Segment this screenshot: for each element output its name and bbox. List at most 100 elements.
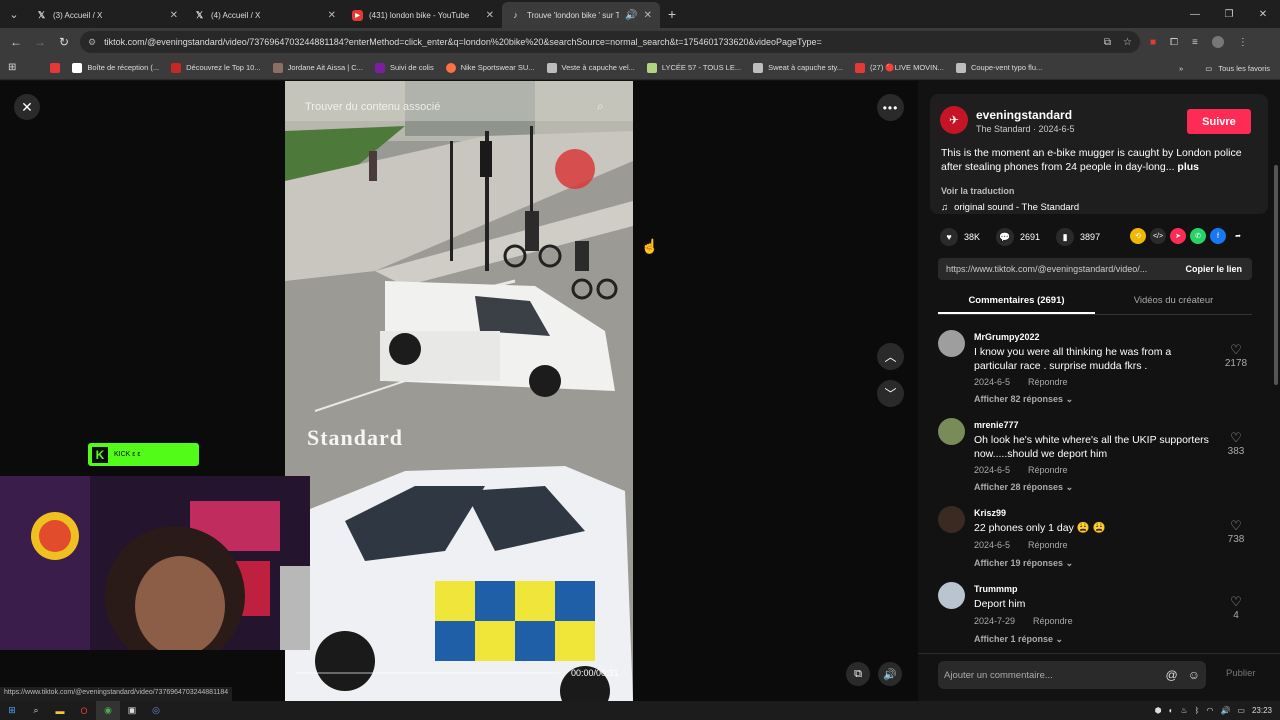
browser-tab[interactable]: ▶ (431) london bike - YouTube ✕ [344,2,502,28]
minimize-icon[interactable]: — [1178,0,1212,28]
translate-link[interactable]: Voir la traduction [941,186,1014,196]
more-options-button[interactable]: ••• [877,94,904,121]
battery-icon[interactable]: ▭ [1237,706,1245,715]
wifi-icon[interactable]: ◠ [1206,706,1213,715]
sound-link[interactable]: ♫ original sound - The Standard [941,202,1079,213]
comment-like-button[interactable]: ♡ 738 [1224,518,1248,545]
terminal-icon[interactable]: ▣ [120,701,144,720]
clock[interactable]: 23:23 [1252,706,1272,715]
embed-icon[interactable]: </> [1150,228,1166,244]
close-tab-icon[interactable]: ✕ [486,10,494,21]
comment-like-button[interactable]: ♡ 383 [1224,430,1248,457]
tab-creator-videos[interactable]: Vidéos du créateur [1095,289,1252,314]
show-replies-button[interactable]: Afficher 1 réponse ⌄ [974,634,1063,645]
bookmark-item[interactable]: Découvrez le Top 10... [171,62,261,73]
restore-icon[interactable]: ❐ [1212,0,1246,28]
facebook-icon[interactable]: f [1210,228,1226,244]
tray-icon[interactable]: ♨ [1180,706,1187,715]
bookmark-item[interactable]: Veste à capuche vel... [546,62,635,73]
like-button[interactable]: ♥ 38K [940,228,980,246]
volume-icon[interactable]: 🔊 [1220,706,1230,715]
browser-tab-active[interactable]: ♪ Trouve 'london bike ' sur Ti 🔊 ✕ [502,2,660,28]
author-name[interactable]: eveningstandard [976,108,1072,122]
bookmark-item[interactable]: LYCÉE 57 - TOUS LE... [646,62,741,73]
close-tab-icon[interactable]: ✕ [644,10,652,21]
comment-like-button[interactable]: ♡ 2178 [1224,342,1248,369]
bluetooth-icon[interactable]: ᛒ [1195,706,1200,715]
media-icon[interactable]: ≡ [1192,37,1198,48]
save-button[interactable]: ▮ 3897 [1056,228,1100,246]
new-tab-button[interactable]: + [660,6,684,22]
search-icon[interactable]: ⌕ [597,99,604,114]
address-bar[interactable]: ⚙ tiktok.com/@eveningstandard/video/7376… [80,31,1140,53]
windows-start-icon[interactable]: ⊞ [0,701,24,720]
related-search-overlay[interactable]: Trouver du contenu associé [305,101,440,113]
apps-icon[interactable]: ⊞ [8,62,16,73]
comment-username[interactable]: MrGrumpy2022 [974,332,1040,342]
floating-player-button[interactable]: ⧉ [846,662,870,686]
close-video-button[interactable]: ✕ [14,94,40,120]
copy-link-button[interactable]: Copier le lien [1175,264,1252,274]
follow-button[interactable]: Suivre [1187,109,1251,134]
discord-icon[interactable]: ◎ [144,701,168,720]
browser-tab[interactable]: 𝕏 (4) Accueil / X ✕ [186,2,344,28]
avatar[interactable] [938,418,965,445]
next-video-button[interactable]: ﹀ [877,380,904,407]
back-icon[interactable]: ← [4,30,28,54]
comment-username[interactable]: mrenie777 [974,420,1019,430]
share-arrow-icon[interactable]: ➦ [1230,228,1246,244]
reply-button[interactable]: Répondre [1028,465,1068,475]
avatar[interactable] [938,330,965,357]
emoji-icon[interactable]: ☺ [1188,668,1200,682]
bookmark-item[interactable]: Sweat à capuche sty... [753,62,843,73]
reply-button[interactable]: Répondre [1033,616,1073,626]
avatar[interactable] [938,506,965,533]
show-replies-button[interactable]: Afficher 19 réponses ⌄ [974,558,1073,569]
comment-username[interactable]: Trummmp [974,584,1018,594]
speaker-icon[interactable]: 🔊 [625,10,637,21]
opera-icon[interactable]: O [72,701,96,720]
more-link[interactable]: plus [1177,161,1199,173]
reply-button[interactable]: Répondre [1028,377,1068,387]
puzzle-icon[interactable]: ⧠ [1170,37,1178,48]
close-tab-icon[interactable]: ✕ [328,10,336,21]
author-avatar[interactable]: ✈ [940,106,968,134]
reload-icon[interactable]: ↻ [52,30,76,54]
volume-button[interactable]: 🔊 [878,662,902,686]
search-icon[interactable]: ⌕ [24,701,48,720]
comment-input[interactable]: Ajouter un commentaire... @ ☺ [938,661,1206,689]
tab-comments[interactable]: Commentaires (2691) [938,289,1095,314]
reply-button[interactable]: Répondre [1028,540,1068,550]
previous-video-button[interactable]: ︿ [877,343,904,370]
publish-button[interactable]: Publier [1226,668,1256,679]
menu-icon[interactable]: ⋮ [1238,37,1248,48]
show-replies-button[interactable]: Afficher 82 réponses ⌄ [974,394,1073,405]
video-player[interactable]: Trouver du contenu associé ⌕ Standard 00… [285,81,633,701]
send-icon[interactable]: ➤ [1170,228,1186,244]
bookmark-item[interactable]: Nike Sportswear SU... [445,62,535,73]
bookmark-item[interactable]: Suivi de colis [374,62,434,73]
all-bookmarks-link[interactable]: Tous les favoris [1218,64,1270,73]
profile-avatar[interactable] [1211,36,1224,48]
tray-icon[interactable]: ⬢ [1155,706,1162,715]
mention-icon[interactable]: @ [1166,668,1178,682]
more-bookmarks-icon[interactable]: » [1179,64,1183,73]
bookmark-item[interactable] [50,62,61,73]
comment-like-button[interactable]: ♡ 4 [1224,594,1248,621]
install-app-icon[interactable]: ⧉ [1104,37,1111,48]
video-progress-bar[interactable] [295,672,559,674]
bookmark-star-icon[interactable]: ☆ [1123,37,1132,48]
repost-icon[interactable]: ⟲ [1130,228,1146,244]
bookmark-item[interactable]: Coupe-vent typo flu... [955,62,1042,73]
extension-icon[interactable]: ■ [1150,37,1156,48]
chrome-icon[interactable]: ◉ [96,701,120,720]
tray-icon[interactable]: ◐ [1169,706,1174,715]
close-window-icon[interactable]: ✕ [1246,0,1280,28]
bookmark-item[interactable]: (27) 🔴LIVE MOVIN... [855,62,944,73]
tab-search-icon[interactable]: ⌄ [0,0,28,28]
bookmark-item[interactable]: Jordane Ait Aissa | C... [272,62,363,73]
bookmark-item[interactable]: Boîte de réception (... [72,62,159,73]
forward-icon[interactable]: → [28,30,52,54]
site-info-icon[interactable]: ⚙ [88,37,96,48]
whatsapp-icon[interactable]: ✆ [1190,228,1206,244]
